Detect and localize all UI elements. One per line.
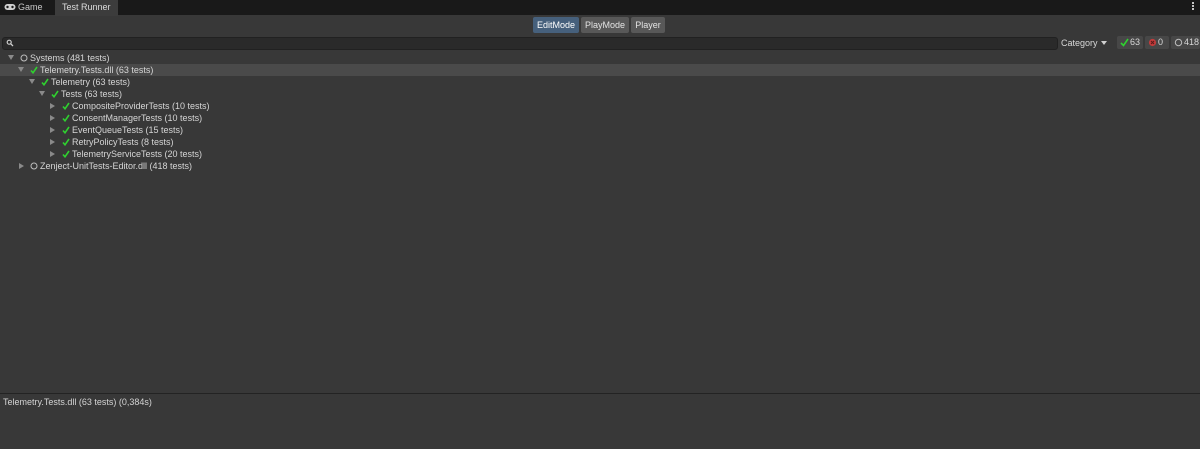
player-button[interactable]: Player [631,17,665,33]
tab-bar: Game Test Runner [0,0,1200,16]
category-dropdown[interactable]: Category [1061,37,1107,49]
circle-icon [1174,38,1183,47]
collapse-arrow-icon[interactable] [50,103,55,109]
tree-row-label: Tests (63 tests) [61,89,123,99]
result-status-text: Telemetry.Tests.dll (63 tests) (0,384s) [3,397,152,407]
expand-arrow-icon[interactable] [29,79,35,84]
check-icon [62,114,70,122]
check-icon [62,138,70,146]
search-input[interactable] [2,37,1058,50]
check-icon [51,90,59,98]
check-icon [41,78,49,86]
tree-row-consentmanagertests[interactable]: ConsentManagerTests (10 tests) [0,112,1200,124]
check-icon [62,126,70,134]
gamepad-icon [4,4,16,10]
check-icon [62,150,70,158]
passed-filter-toggle[interactable]: 63 [1117,36,1143,49]
check-icon [62,102,70,110]
chevron-down-icon [1100,41,1107,45]
tree-row-label: TelemetryServiceTests (20 tests) [72,149,203,159]
tree-row-label: Systems (481 tests) [30,53,110,63]
search-icon [6,39,14,47]
kebab-menu-icon[interactable] [1192,2,1194,11]
tree-row-telemetry-tests-dll[interactable]: Telemetry.Tests.dll (63 tests) [0,64,1200,76]
pane-divider[interactable] [0,393,1200,394]
failed-filter-toggle[interactable]: 0 [1145,36,1169,49]
category-label: Category [1061,38,1098,48]
collapse-arrow-icon[interactable] [50,127,55,133]
tree-row-tests[interactable]: Tests (63 tests) [0,88,1200,100]
tree-row-label: Zenject-UnitTests-Editor.dll (418 tests) [40,161,193,171]
tree-row-retrypolicytests[interactable]: RetryPolicyTests (8 tests) [0,136,1200,148]
playmode-button[interactable]: PlayMode [581,17,629,33]
tree-row-telemetryservicetests[interactable]: TelemetryServiceTests (20 tests) [0,148,1200,160]
tree-row-compositeprovidertests[interactable]: CompositeProviderTests (10 tests) [0,100,1200,112]
tab-game-label: Game [18,2,43,12]
tree-row-label: Telemetry (63 tests) [51,77,131,87]
tree-row-label: EventQueueTests (15 tests) [72,125,184,135]
editmode-button[interactable]: EditMode [533,17,579,33]
filter-row: Category 63 0 418 [0,36,1200,50]
expand-arrow-icon[interactable] [39,91,45,96]
expand-arrow-icon[interactable] [8,55,14,60]
tab-test-runner-label: Test Runner [62,2,111,12]
tab-test-runner[interactable]: Test Runner [55,0,118,16]
collapse-arrow-icon[interactable] [19,163,24,169]
fail-icon [1148,38,1157,47]
notrun-count: 418 [1184,37,1200,47]
tree-row-zenject-unittests[interactable]: Zenject-UnitTests-Editor.dll (418 tests) [0,160,1200,172]
collapse-arrow-icon[interactable] [50,139,55,145]
tree-row-telemetry[interactable]: Telemetry (63 tests) [0,76,1200,88]
tree-row-label: CompositeProviderTests (10 tests) [72,101,210,111]
tab-game[interactable]: Game [0,0,52,15]
circle-icon [20,54,28,62]
collapse-arrow-icon[interactable] [50,115,55,121]
tree-row-systems[interactable]: Systems (481 tests) [0,52,1200,64]
check-icon [1120,38,1129,47]
check-icon [30,66,38,74]
notrun-filter-toggle[interactable]: 418 [1171,36,1200,49]
failed-count: 0 [1158,37,1164,47]
passed-count: 63 [1130,37,1141,47]
expand-arrow-icon[interactable] [18,67,24,72]
tree-row-label: RetryPolicyTests (8 tests) [72,137,174,147]
tree-row-label: Telemetry.Tests.dll (63 tests) [40,65,154,75]
circle-icon [30,162,38,170]
tree-row-label: ConsentManagerTests (10 tests) [72,113,203,123]
tree-row-eventqueuetests[interactable]: EventQueueTests (15 tests) [0,124,1200,136]
collapse-arrow-icon[interactable] [50,151,55,157]
